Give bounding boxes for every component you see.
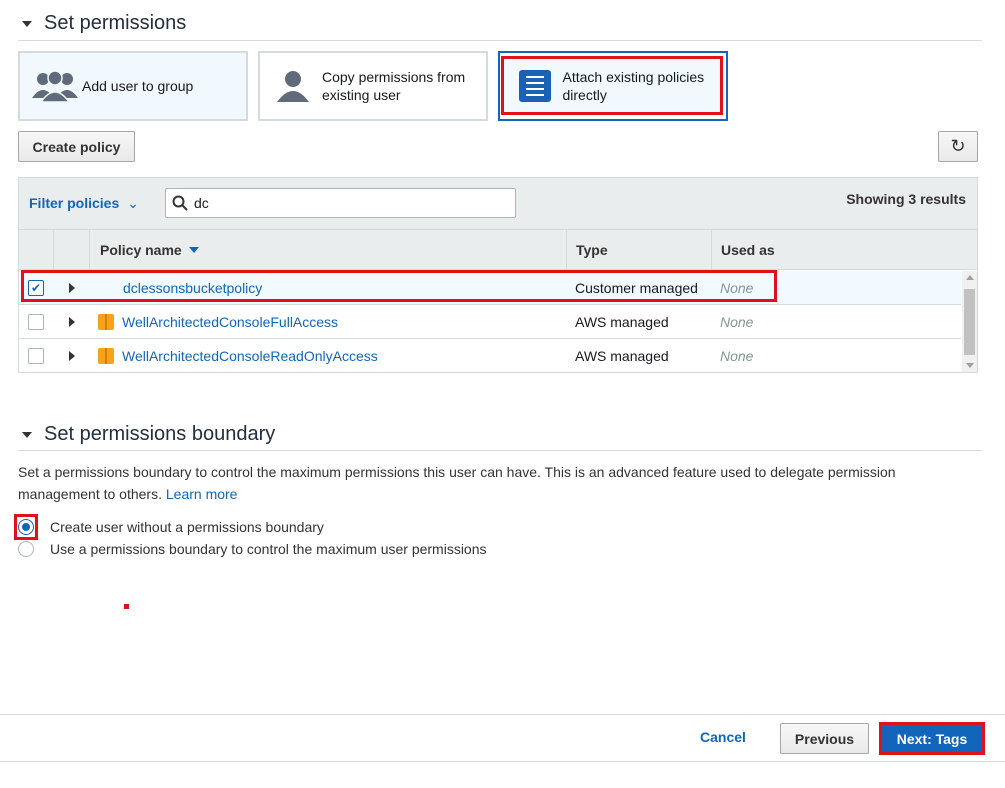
policy-name-link[interactable]: WellArchitectedConsoleReadOnlyAccess — [122, 348, 378, 364]
policy-name-header-label: Policy name — [100, 242, 182, 258]
used-as-value: None — [720, 280, 754, 296]
document-icon — [519, 69, 551, 102]
filter-bar: Filter policies ⌄ dc Showing 3 results — [19, 178, 977, 230]
used-as-header-label: Used as — [721, 242, 775, 258]
annotation-dot — [124, 604, 129, 609]
previous-button[interactable]: Previous — [780, 723, 869, 754]
footer-divider — [0, 714, 1005, 715]
scroll-thumb[interactable] — [964, 289, 975, 355]
radio-use-boundary[interactable]: Use a permissions boundary to control th… — [18, 541, 487, 557]
learn-more-link[interactable]: Learn more — [166, 486, 238, 502]
set-permissions-header[interactable]: Set permissions — [18, 12, 186, 35]
row-checkbox[interactable] — [28, 314, 44, 330]
option-label: Add user to group — [82, 78, 194, 94]
table-row[interactable]: WellArchitectedConsoleFullAccess AWS man… — [19, 305, 961, 339]
set-permissions-boundary-header[interactable]: Set permissions boundary — [18, 423, 275, 446]
boundary-description: Set a permissions boundary to control th… — [18, 461, 918, 505]
used-as-header[interactable]: Used as — [711, 230, 977, 270]
results-count: Showing 3 results — [846, 191, 966, 207]
table-header: Policy name Type Used as — [19, 230, 977, 270]
used-as-value: None — [720, 314, 754, 330]
add-user-to-group-option[interactable]: Add user to group — [18, 51, 248, 121]
collapse-caret-icon — [22, 20, 32, 27]
scroll-up-icon[interactable] — [966, 275, 974, 280]
cancel-button[interactable]: Cancel — [700, 729, 746, 745]
radio-label: Create user without a permissions bounda… — [50, 519, 324, 535]
radio-button[interactable] — [18, 519, 34, 535]
policy-type: AWS managed — [575, 314, 669, 330]
footer-divider — [0, 761, 1005, 762]
filter-label: Filter policies — [29, 195, 120, 211]
description-text: Set a permissions boundary to control th… — [18, 464, 896, 502]
section-title: Set permissions boundary — [44, 423, 276, 445]
policy-table: Filter policies ⌄ dc Showing 3 results P… — [18, 177, 978, 373]
next-tags-button[interactable]: Next: Tags — [879, 722, 985, 755]
create-policy-button[interactable]: Create policy — [18, 131, 135, 162]
copy-permissions-option[interactable]: Copy permissions from existing user — [258, 51, 488, 121]
users-group-icon — [32, 70, 78, 102]
collapse-caret-icon — [22, 431, 32, 438]
option-label: Attach existing policies directly — [562, 68, 705, 103]
filter-policies-dropdown[interactable]: Filter policies ⌄ — [29, 195, 139, 212]
search-icon — [172, 195, 188, 211]
divider — [18, 450, 982, 451]
row-checkbox[interactable]: ✔ — [28, 280, 44, 296]
attach-policies-highlight: Attach existing policies directly — [501, 56, 723, 115]
scroll-down-icon[interactable] — [966, 363, 974, 368]
user-icon — [277, 71, 309, 102]
radio-label: Use a permissions boundary to control th… — [50, 541, 487, 557]
policy-type: Customer managed — [575, 280, 698, 296]
option-label: Copy permissions from existing user — [322, 69, 466, 103]
refresh-icon: ↻ — [950, 136, 966, 156]
expand-caret-icon[interactable] — [69, 351, 75, 361]
row-checkbox[interactable] — [28, 348, 44, 364]
attach-policies-option[interactable]: Attach existing policies directly — [498, 51, 728, 121]
policy-type: AWS managed — [575, 348, 669, 364]
type-header[interactable]: Type — [566, 230, 711, 270]
table-row[interactable]: ✔ dclessonsbucketpolicy Customer managed… — [19, 271, 961, 305]
section-title: Set permissions — [44, 12, 187, 34]
policy-name-link[interactable]: dclessonsbucketpolicy — [123, 280, 262, 296]
sort-desc-icon — [188, 247, 199, 253]
expand-caret-icon[interactable] — [69, 283, 75, 293]
used-as-value: None — [720, 348, 754, 364]
divider — [18, 40, 982, 41]
type-header-label: Type — [576, 242, 608, 258]
expand-caret-icon[interactable] — [69, 317, 75, 327]
table-scrollbar[interactable] — [962, 271, 977, 372]
expand-column-header — [53, 230, 89, 270]
policy-name-link[interactable]: WellArchitectedConsoleFullAccess — [122, 314, 338, 330]
search-input[interactable]: dc — [165, 188, 516, 218]
radio-button[interactable] — [18, 541, 34, 557]
radio-no-boundary[interactable]: Create user without a permissions bounda… — [18, 519, 324, 535]
table-row[interactable]: WellArchitectedConsoleReadOnlyAccess AWS… — [19, 339, 961, 373]
refresh-button[interactable]: ↻ — [938, 131, 978, 162]
aws-managed-policy-icon — [98, 348, 114, 364]
chevron-down-icon: ⌄ — [127, 195, 139, 211]
search-value: dc — [194, 195, 209, 211]
policy-name-header[interactable]: Policy name — [89, 230, 566, 270]
aws-managed-policy-icon — [98, 314, 114, 330]
